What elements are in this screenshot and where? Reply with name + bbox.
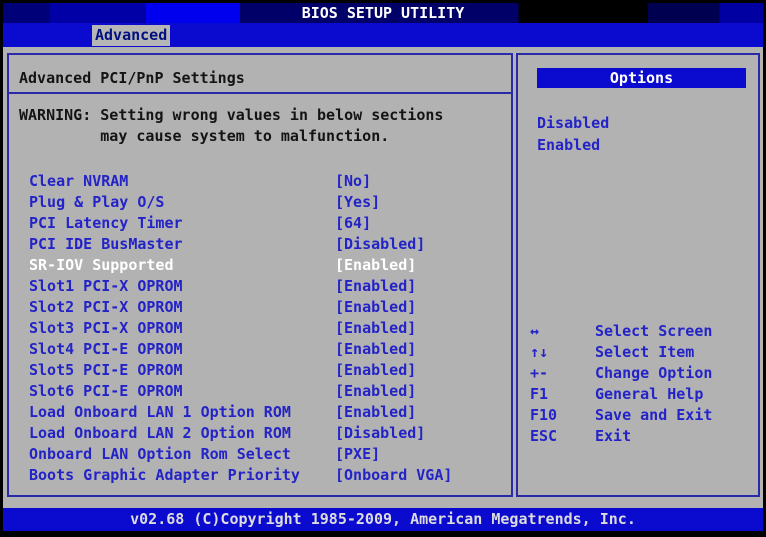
setting-label: Slot5 PCI-E OPROM (29, 360, 335, 381)
main-area: Advanced PCI/PnP Settings WARNING: Setti… (3, 47, 763, 508)
setting-row[interactable]: Plug & Play O/S[Yes] (9, 192, 511, 213)
setting-row[interactable]: SR-IOV Supported[Enabled] (9, 255, 511, 276)
setting-label: Slot3 PCI-X OPROM (29, 318, 335, 339)
setting-row[interactable]: Slot4 PCI-E OPROM[Enabled] (9, 339, 511, 360)
options-list: DisabledEnabled (518, 112, 758, 156)
page-title: Advanced PCI/PnP Settings (9, 69, 511, 87)
setting-row[interactable]: Slot6 PCI-E OPROM[Enabled] (9, 381, 511, 402)
option-value: Enabled (537, 134, 758, 156)
hotkey-action: Select Screen (595, 321, 712, 342)
setting-value: [Enabled] (335, 402, 416, 423)
setting-value: [Enabled] (335, 276, 416, 297)
hotkey-key: ↑↓ (530, 342, 595, 363)
setting-label: PCI IDE BusMaster (29, 234, 335, 255)
tab-advanced[interactable]: Advanced (92, 25, 170, 46)
setting-row[interactable]: Slot5 PCI-E OPROM[Enabled] (9, 360, 511, 381)
setting-label: Slot2 PCI-X OPROM (29, 297, 335, 318)
help-panel: Options DisabledEnabled ↔Select Screen↑↓… (516, 53, 760, 497)
settings-panel: Advanced PCI/PnP Settings WARNING: Setti… (7, 53, 513, 497)
hotkey-action: Change Option (595, 363, 712, 384)
hotkey-row: ↔Select Screen (518, 321, 758, 342)
hotkey-action: Exit (595, 426, 631, 447)
setting-value: [Disabled] (335, 423, 425, 444)
setting-row[interactable]: PCI IDE BusMaster[Disabled] (9, 234, 511, 255)
hotkey-key: ↔ (530, 321, 595, 342)
bios-setup-screen: BIOS SETUP UTILITY Advanced Advanced PCI… (0, 0, 766, 537)
hotkey-key: F10 (530, 405, 595, 426)
setting-row[interactable]: Slot3 PCI-X OPROM[Enabled] (9, 318, 511, 339)
hotkey-row: F10Save and Exit (518, 405, 758, 426)
setting-row[interactable]: PCI Latency Timer[64] (9, 213, 511, 234)
warning-line-2: may cause system to malfunction. (9, 126, 511, 147)
setting-label: SR-IOV Supported (29, 255, 335, 276)
setting-value: [PXE] (335, 444, 380, 465)
setting-value: [No] (335, 171, 371, 192)
hotkey-key: +- (530, 363, 595, 384)
hotkey-row: +-Change Option (518, 363, 758, 384)
setting-row[interactable]: Clear NVRAM[No] (9, 171, 511, 192)
setting-label: PCI Latency Timer (29, 213, 335, 234)
setting-value: [Enabled] (335, 381, 416, 402)
setting-value: [Enabled] (335, 339, 416, 360)
setting-value: [Enabled] (335, 318, 416, 339)
hotkey-row: F1General Help (518, 384, 758, 405)
settings-list: Clear NVRAM[No]Plug & Play O/S[Yes]PCI L… (9, 171, 511, 486)
setting-value: [Yes] (335, 192, 380, 213)
setting-value: [Enabled] (335, 255, 416, 276)
setting-label: Plug & Play O/S (29, 192, 335, 213)
setting-row[interactable]: Slot1 PCI-X OPROM[Enabled] (9, 276, 511, 297)
setting-label: Onboard LAN Option Rom Select (29, 444, 335, 465)
setting-label: Load Onboard LAN 2 Option ROM (29, 423, 335, 444)
setting-row[interactable]: Load Onboard LAN 2 Option ROM[Disabled] (9, 423, 511, 444)
setting-row[interactable]: Slot2 PCI-X OPROM[Enabled] (9, 297, 511, 318)
copyright-bar: v02.68 (C)Copyright 1985-2009, American … (3, 508, 763, 531)
hotkey-row: ESCExit (518, 426, 758, 447)
hotkey-key: ESC (530, 426, 595, 447)
menu-bar: Advanced (3, 23, 763, 47)
setting-row[interactable]: Load Onboard LAN 1 Option ROM[Enabled] (9, 402, 511, 423)
hotkey-legend: ↔Select Screen↑↓Select Item+-Change Opti… (518, 321, 758, 447)
options-header: Options (537, 68, 746, 88)
setting-label: Load Onboard LAN 1 Option ROM (29, 402, 335, 423)
hotkey-action: Save and Exit (595, 405, 712, 426)
app-title: BIOS SETUP UTILITY (302, 4, 465, 22)
setting-row[interactable]: Boots Graphic Adapter Priority[Onboard V… (9, 465, 511, 486)
hotkey-action: Select Item (595, 342, 694, 363)
setting-label: Clear NVRAM (29, 171, 335, 192)
warning-text: WARNING: Setting wrong values in below s… (9, 105, 511, 147)
setting-label: Slot4 PCI-E OPROM (29, 339, 335, 360)
warning-line-1: WARNING: Setting wrong values in below s… (9, 105, 511, 126)
title-bar: BIOS SETUP UTILITY (3, 3, 763, 23)
option-value: Disabled (537, 112, 758, 134)
setting-value: [Enabled] (335, 297, 416, 318)
setting-value: [Onboard VGA] (335, 465, 452, 486)
setting-row[interactable]: Onboard LAN Option Rom Select[PXE] (9, 444, 511, 465)
setting-label: Boots Graphic Adapter Priority (29, 465, 335, 486)
setting-value: [64] (335, 213, 371, 234)
heading-divider (9, 92, 511, 94)
hotkey-key: F1 (530, 384, 595, 405)
hotkey-row: ↑↓Select Item (518, 342, 758, 363)
copyright-text: v02.68 (C)Copyright 1985-2009, American … (130, 510, 636, 528)
setting-value: [Enabled] (335, 360, 416, 381)
hotkey-action: General Help (595, 384, 703, 405)
setting-label: Slot1 PCI-X OPROM (29, 276, 335, 297)
setting-label: Slot6 PCI-E OPROM (29, 381, 335, 402)
setting-value: [Disabled] (335, 234, 425, 255)
